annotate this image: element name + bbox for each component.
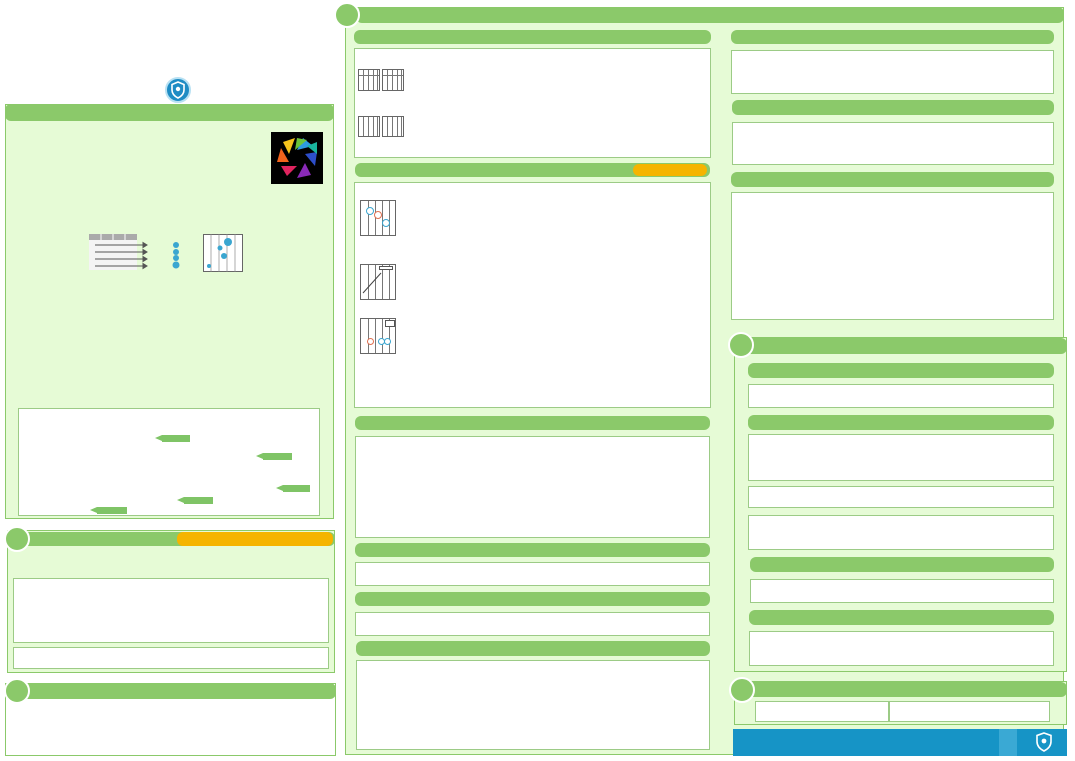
section-number-circle xyxy=(4,678,30,704)
subsection-header xyxy=(731,172,1054,187)
arrow-tag xyxy=(276,485,310,492)
plot-thumbnail-icon xyxy=(360,200,396,236)
subsection-header xyxy=(356,641,710,656)
content-box xyxy=(748,486,1054,508)
subsection-header xyxy=(731,30,1054,44)
arrow-tag xyxy=(155,435,190,442)
content-box xyxy=(731,50,1054,94)
stacked-dots-icon xyxy=(171,241,181,269)
arrow-tag xyxy=(256,453,292,460)
content-box xyxy=(355,436,710,538)
content-box xyxy=(755,701,889,722)
highlight-bar xyxy=(633,164,707,176)
content-box xyxy=(354,48,711,158)
section-panel-d-header xyxy=(745,338,1067,354)
plot-thumbnail-icon xyxy=(360,264,396,300)
table-thumbnail-icon xyxy=(382,116,404,137)
content-box xyxy=(354,182,711,408)
content-box xyxy=(889,701,1050,722)
content-box xyxy=(732,122,1054,165)
section-number-circle xyxy=(334,2,360,28)
subsection-header xyxy=(355,543,710,557)
top-logo-icon xyxy=(165,77,191,103)
content-box xyxy=(749,631,1054,666)
subsection-header xyxy=(354,30,711,44)
footer-logo-icon xyxy=(1033,731,1055,753)
section-number-circle xyxy=(729,677,755,703)
content-box xyxy=(13,647,329,669)
arrow-tag xyxy=(177,497,213,504)
content-box xyxy=(748,515,1054,550)
highlight-bar xyxy=(177,532,333,546)
content-box xyxy=(356,660,710,750)
section-number-circle xyxy=(728,332,754,358)
content-box xyxy=(13,578,329,643)
section-number-circle xyxy=(4,526,30,552)
subsection-header xyxy=(748,415,1054,430)
content-box xyxy=(355,562,710,586)
section-panel-e-header xyxy=(745,682,1067,697)
subsection-header xyxy=(355,416,710,430)
table-thumbnail-icon xyxy=(358,69,380,91)
section-panel-c-header xyxy=(18,683,336,699)
legend-box xyxy=(18,408,320,516)
subsection-header xyxy=(750,557,1054,572)
content-box xyxy=(750,579,1054,603)
subsection-header xyxy=(732,100,1054,115)
scatter-plot-icon xyxy=(203,234,243,272)
color-wheel-logo-icon xyxy=(271,132,323,184)
content-box xyxy=(748,434,1054,481)
arrow-tag xyxy=(90,507,127,514)
table-arrows-icon xyxy=(89,234,149,270)
subsection-header xyxy=(749,610,1054,625)
content-box xyxy=(748,384,1054,408)
content-box xyxy=(355,612,710,636)
subsection-header xyxy=(748,363,1054,378)
footer-logo-block xyxy=(999,729,1017,756)
subsection-header xyxy=(355,592,710,606)
table-thumbnail-icon xyxy=(382,69,404,91)
intro-panel-header xyxy=(5,104,334,121)
main-panel-header xyxy=(356,7,1064,23)
content-box xyxy=(731,192,1054,320)
plot-thumbnail-icon xyxy=(360,318,396,354)
table-thumbnail-icon xyxy=(358,116,380,137)
